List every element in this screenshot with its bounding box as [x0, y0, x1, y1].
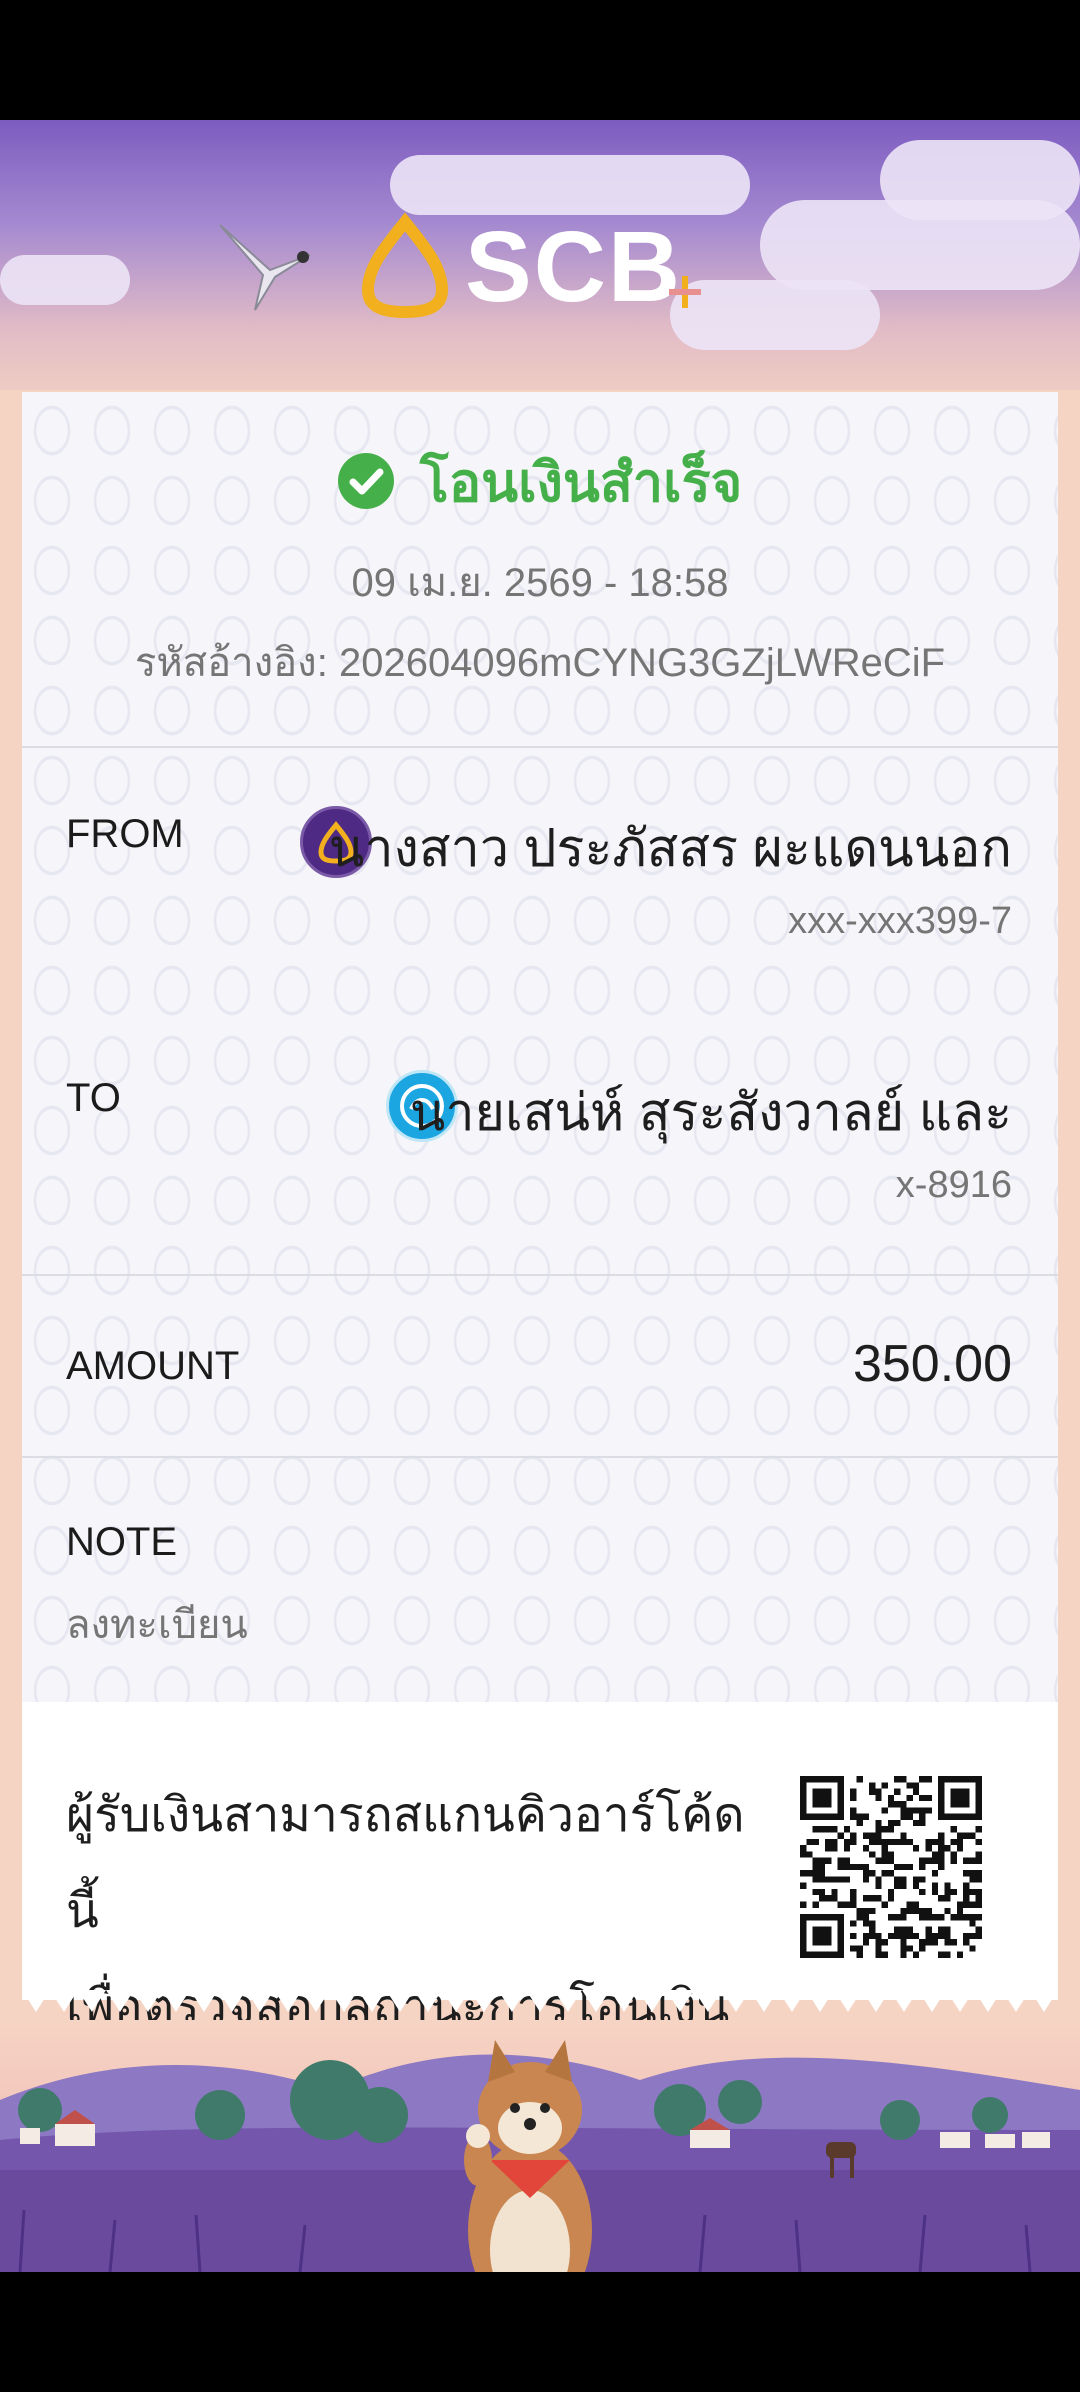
divider [22, 1456, 1058, 1458]
amount-value: 350.00 [852, 1335, 1012, 1393]
to-label: TO [66, 1076, 121, 1120]
note-label: NOTE [66, 1520, 178, 1564]
amount-label: AMOUNT [66, 1344, 240, 1388]
transfer-status: โอนเงินสำเร็จ [0, 448, 1080, 518]
receipt-zigzag-edge [22, 1990, 1058, 2012]
status-bar-area [0, 0, 1080, 120]
landscape-illustration [0, 2020, 1080, 2272]
reference-label: รหัสอ้างอิง: [134, 641, 328, 685]
divider [22, 746, 1058, 748]
reference-line: รหัสอ้างอิง: 202604096mCYNG3GZjLWReCiF [0, 630, 1080, 694]
recipient-account: x-8916 [895, 1164, 1012, 1206]
qr-caption-line-1: ผู้รับเงินสามารถสแกนคิวอาร์โค้ดนี้ [66, 1789, 745, 1938]
transaction-datetime: 09 เม.ย. 2569 - 18:58 [351, 561, 729, 605]
sender-account: xxx-xxx399-7 [788, 900, 1012, 942]
reference-value: 202604096mCYNG3GZjLWReCiF [338, 641, 946, 685]
navigation-bar-area [0, 2272, 1080, 2392]
plus-icon [669, 276, 701, 308]
recipient-name: นายเสน่ห์ สุระสังวาลย์ และ [409, 1084, 1012, 1142]
success-check-icon [337, 452, 394, 509]
scb-logo-icon [361, 212, 449, 319]
sender-name: นางสาว ประภัสสร ผะแดนนอก [328, 820, 1012, 878]
scb-logo-text: SCB [465, 211, 683, 323]
receipt-header: SCB [0, 120, 1080, 420]
divider [22, 1274, 1058, 1276]
qr-code-icon[interactable] [800, 1776, 982, 1958]
note-value: ลงทะเบียน [66, 1603, 248, 1647]
bird-illustration [219, 224, 311, 311]
from-label: FROM [66, 812, 184, 856]
status-text: โอนเงินสำเร็จ [419, 453, 743, 513]
scb-logo: SCB [360, 212, 720, 322]
